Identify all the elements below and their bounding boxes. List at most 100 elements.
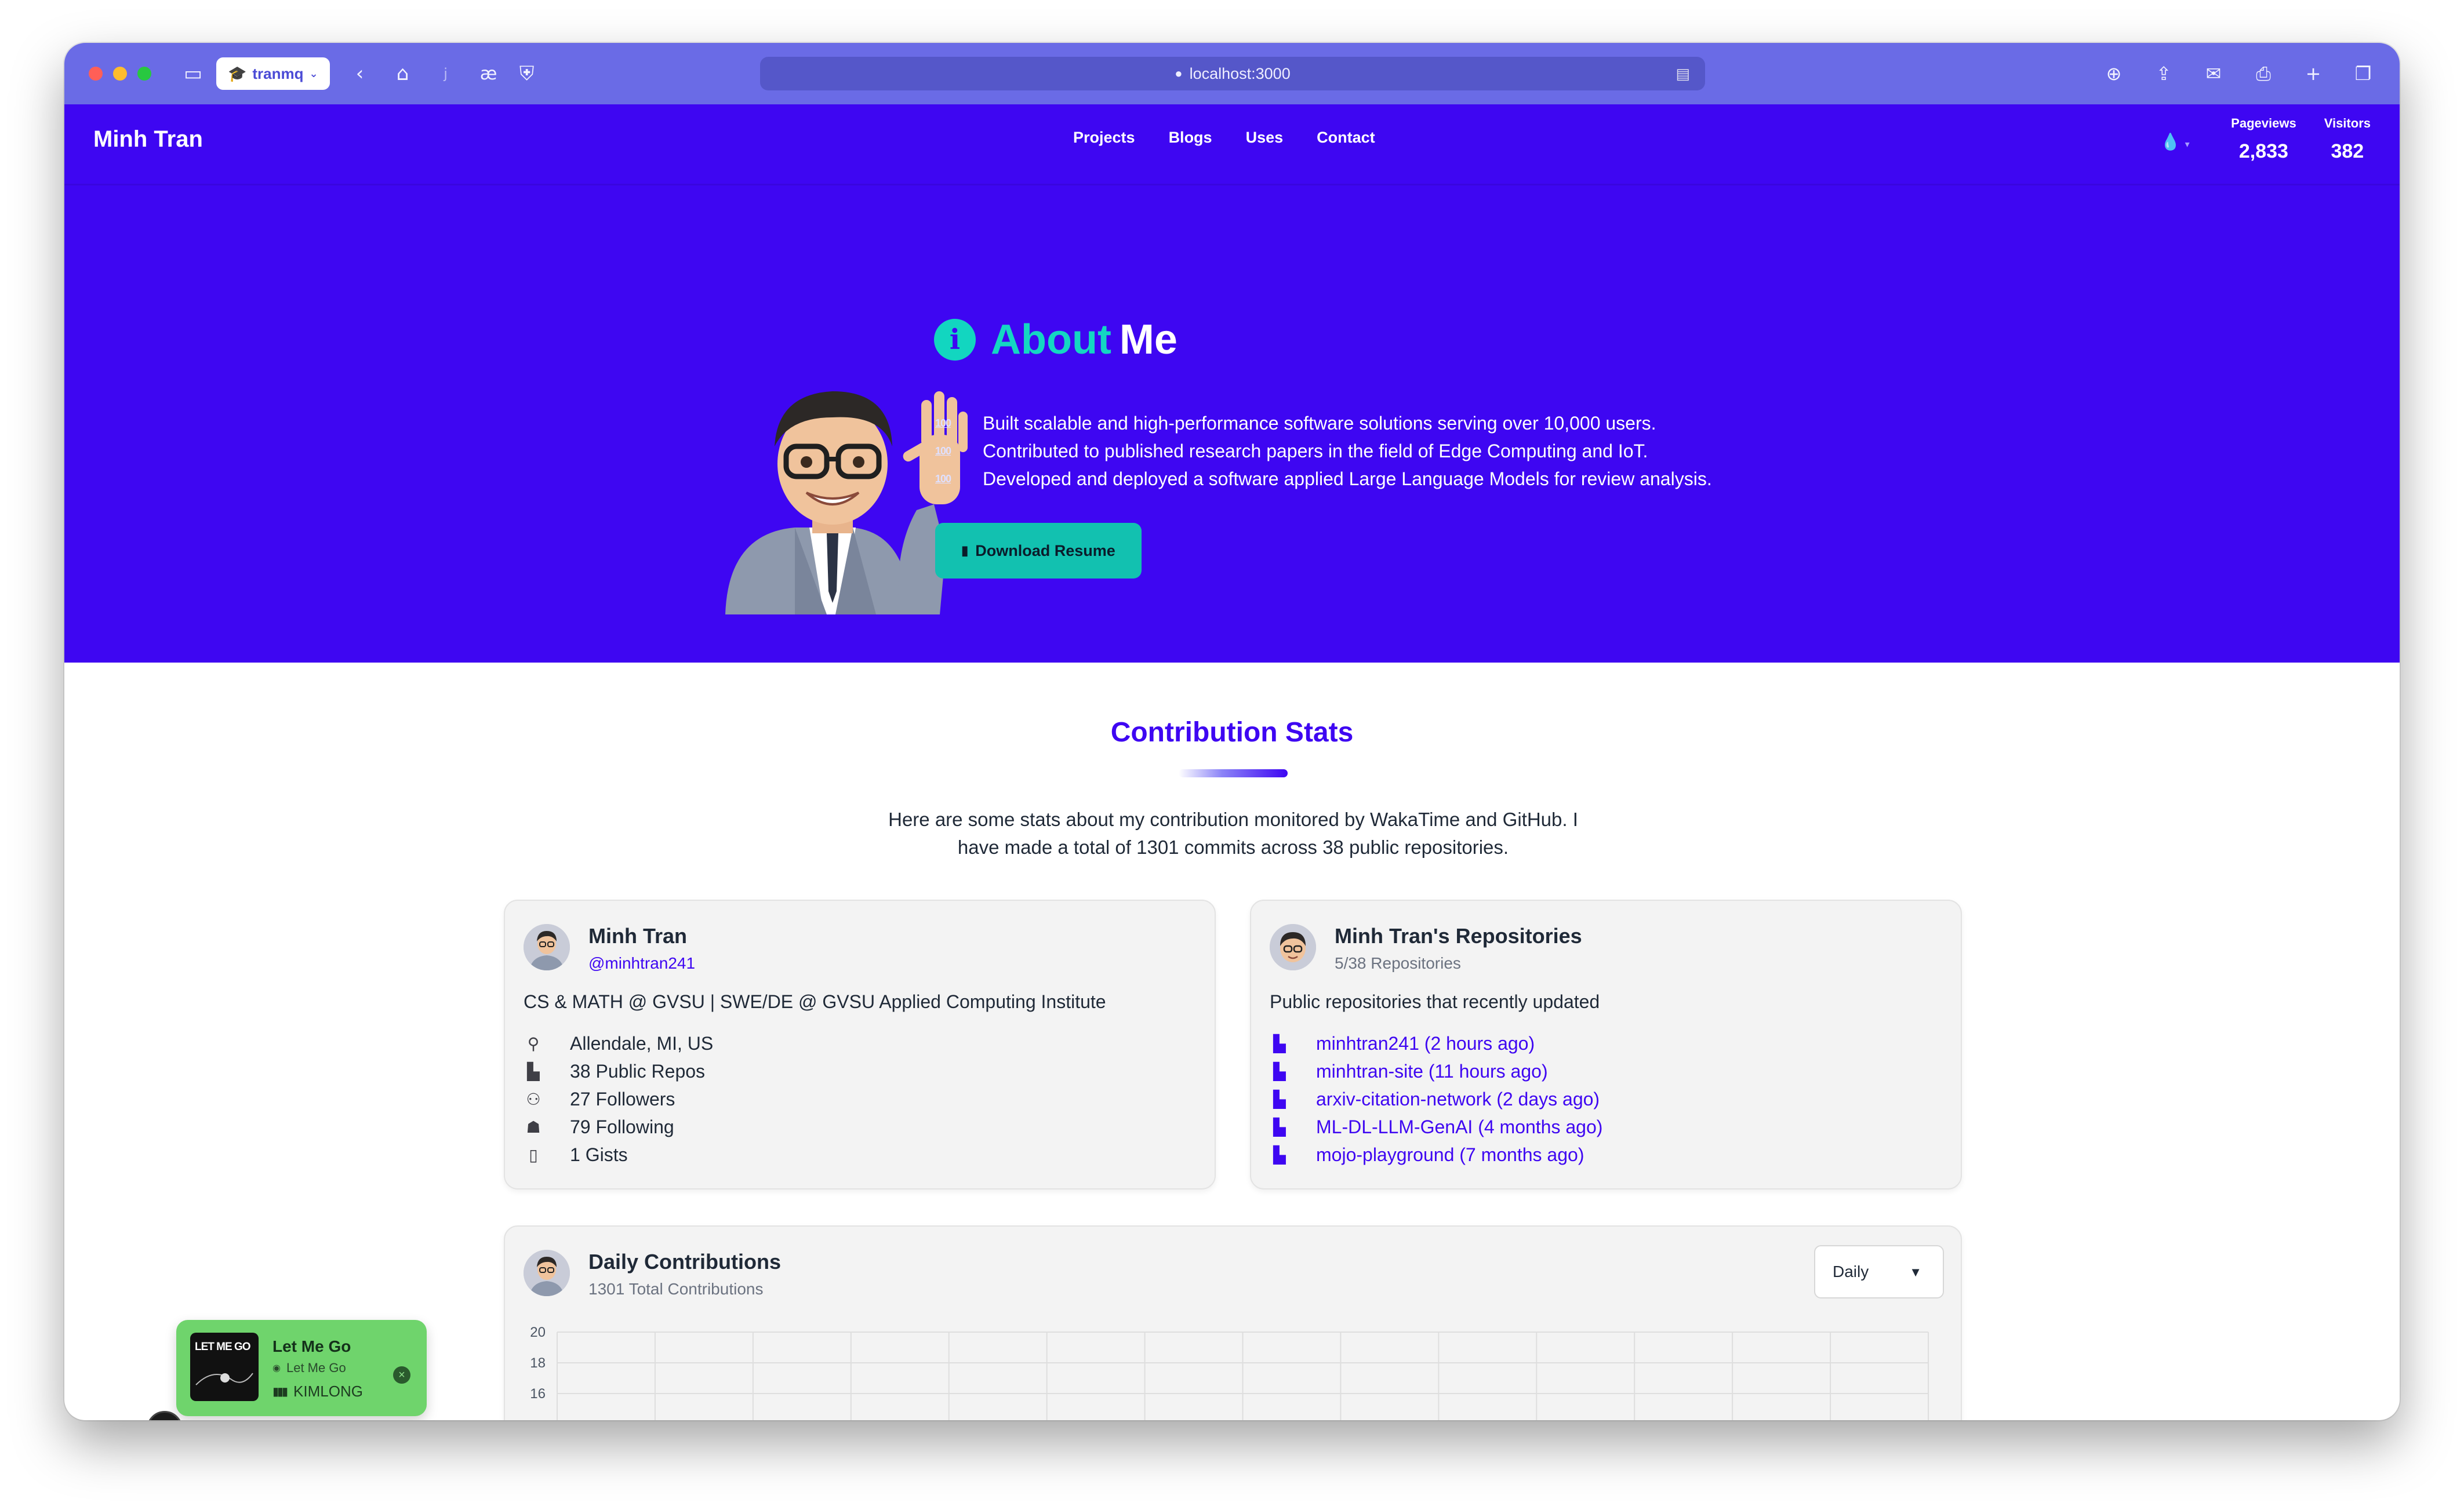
list-item: ⚲ Allendale, MI, US (524, 1030, 713, 1057)
repos-count: 38 Public Repos (570, 1060, 706, 1082)
y-tick-label: 20 (530, 1325, 546, 1340)
list-item: ▙ arxiv-citation-network (2 days ago) (1270, 1085, 1602, 1113)
achievement-text: Contributed to published research papers… (983, 440, 1648, 461)
section-intro: Here are some stats about my contributio… (888, 809, 1578, 858)
contributions-chart: 20 18 16 (530, 1325, 1929, 1420)
site-brand-link[interactable]: Minh Tran (93, 126, 203, 152)
followers-icon: ⚇ (526, 1090, 541, 1108)
cover-art (195, 1373, 253, 1385)
artist-name: KIMLONG (293, 1383, 363, 1400)
title-underline (1179, 769, 1288, 777)
droplet-icon: 💧 (2160, 133, 2180, 151)
site-favicon-icon: ● (1175, 66, 1183, 81)
stat-label: Pageviews (2231, 116, 2296, 130)
list-item: ☗ 79 Following (524, 1113, 713, 1141)
repos-count-label: 5/38 Repositories (1335, 954, 1461, 972)
me-word: Me (1119, 317, 1178, 363)
repos-description: Public repositories that recently update… (1270, 991, 1600, 1012)
nav-link-uses[interactable]: Uses (1246, 129, 1284, 147)
gists-count: 1 Gists (570, 1144, 628, 1165)
share-icon[interactable]: ⇪ (2150, 60, 2177, 87)
new-tab-icon[interactable]: + (2300, 60, 2327, 87)
reader-icon[interactable]: ▤ (1676, 65, 1690, 83)
list-item: ▙ mojo-playground (7 months ago) (1270, 1141, 1602, 1169)
nav-link-contact[interactable]: Contact (1317, 129, 1375, 147)
lightning-bolt-icon[interactable]: ϟ (147, 1411, 183, 1420)
y-tick-label: 16 (530, 1386, 546, 1402)
list-item: ▙ 38 Public Repos (524, 1057, 713, 1085)
repo-icon: ▙ (1273, 1118, 1286, 1136)
list-item: ▯ 1 Gists (524, 1141, 713, 1169)
repo-link[interactable]: ML-DL-LLM-GenAI (4 months ago) (1316, 1116, 1602, 1138)
album-cover: LET ME GO (190, 1333, 259, 1401)
browser-toolbar: ▭ 🎓 tranmq ⌄ ‹ ⌂ j æ ⛨ ● localhost:3000 … (64, 43, 2400, 104)
repo-link[interactable]: minhtran-site (11 hours ago) (1316, 1061, 1548, 1082)
minimize-window-button[interactable] (113, 67, 127, 81)
repo-link[interactable]: minhtran241 (2 hours ago) (1316, 1033, 1535, 1054)
repo-link[interactable]: arxiv-citation-network (2 days ago) (1316, 1089, 1600, 1110)
about-heading: i About Me (934, 316, 1178, 363)
profile-handle-link[interactable]: @minhtran241 (588, 954, 695, 973)
window-controls (89, 67, 151, 81)
close-icon[interactable]: × (393, 1366, 410, 1384)
achievement-list: 100 Built scalable and high-performance … (935, 409, 1712, 493)
stat-label: Visitors (2324, 116, 2371, 130)
file-code-icon: ▯ (529, 1145, 538, 1164)
avatar (1270, 924, 1316, 970)
site-header: Minh Tran Projects Blogs Uses Contact 💧 … (64, 104, 2400, 185)
music-player-widget[interactable]: LET ME GO Let Me Go ◉ Let Me Go ▮▮▮ KIML… (176, 1320, 427, 1416)
tabs-overview-icon[interactable]: ❐ (2350, 60, 2376, 87)
download-resume-button[interactable]: ▮ Download Resume (935, 523, 1142, 579)
nav-link-projects[interactable]: Projects (1073, 129, 1135, 147)
location-text: Allendale, MI, US (570, 1032, 714, 1054)
album-name: Let Me Go (286, 1361, 346, 1375)
list-item: ▙ minhtran241 (2 hours ago) (1270, 1030, 1602, 1057)
extension-icon[interactable]: j (433, 61, 459, 86)
followers-count: 27 Followers (570, 1088, 675, 1110)
profile-switcher[interactable]: 🎓 tranmq ⌄ (216, 57, 330, 90)
document-icon: ▮ (961, 543, 969, 558)
ae-extension-icon[interactable]: æ (476, 61, 501, 86)
zoom-window-button[interactable] (137, 67, 151, 81)
following-count: 79 Following (570, 1116, 674, 1137)
print-icon[interactable]: ⎙ (2250, 60, 2277, 87)
download-resume-label: Download Resume (975, 541, 1115, 559)
repo-icon: ▙ (1273, 1062, 1286, 1081)
mail-icon[interactable]: ✉ (2200, 60, 2227, 87)
url-text: localhost:3000 (1189, 64, 1291, 82)
theme-dropdown[interactable]: 💧 ▾ (2160, 132, 2190, 151)
graduation-cap-icon: 🎓 (228, 64, 247, 82)
album-row: ◉ Let Me Go (272, 1361, 346, 1376)
repo-link[interactable]: mojo-playground (7 months ago) (1316, 1144, 1584, 1166)
y-tick-label: 18 (530, 1355, 546, 1371)
equalizer-icon: ▮▮▮ (272, 1385, 288, 1398)
repo-icon: ▙ (1273, 1034, 1286, 1053)
list-item: 100 Contributed to published research pa… (935, 437, 1712, 465)
nav-link-blogs[interactable]: Blogs (1169, 129, 1212, 147)
browser-window: ▭ 🎓 tranmq ⌄ ‹ ⌂ j æ ⛨ ● localhost:3000 … (64, 43, 2400, 1420)
toolbar-actions: ⊕ ⇪ ✉ ⎙ + ❐ (2100, 60, 2376, 87)
hundred-points-icon: 100 (935, 472, 951, 485)
chevron-down-icon: ▾ (2185, 140, 2190, 150)
repo-icon: ▙ (1273, 1090, 1286, 1108)
hundred-points-icon: 100 (935, 417, 951, 429)
repos-card-title: Minh Tran's Repositories (1335, 924, 1582, 948)
achievement-text: Developed and deployed a software applie… (983, 468, 1712, 489)
avatar (524, 924, 570, 970)
sidebar-icon[interactable]: ▭ (180, 61, 206, 86)
about-word: About (991, 317, 1111, 363)
back-icon[interactable]: ‹ (347, 61, 373, 86)
list-item: ▙ ML-DL-LLM-GenAI (4 months ago) (1270, 1113, 1602, 1141)
shield-icon[interactable]: ⛨ (514, 61, 540, 86)
info-icon: i (934, 319, 976, 361)
section-title: Contribution Stats (1110, 717, 1354, 748)
home-icon[interactable]: ⌂ (390, 61, 416, 86)
artist-row: ▮▮▮ KIMLONG (272, 1383, 363, 1400)
address-bar[interactable]: ● localhost:3000 ▤ (760, 57, 1705, 90)
close-window-button[interactable] (89, 67, 103, 81)
book-icon: ▙ (527, 1062, 540, 1081)
profile-label: tranmq (252, 64, 304, 82)
profile-details-list: ⚲ Allendale, MI, US ▙ 38 Public Repos ⚇ … (524, 1030, 713, 1169)
download-icon[interactable]: ⊕ (2100, 60, 2127, 87)
profile-name: Minh Tran (588, 924, 687, 948)
